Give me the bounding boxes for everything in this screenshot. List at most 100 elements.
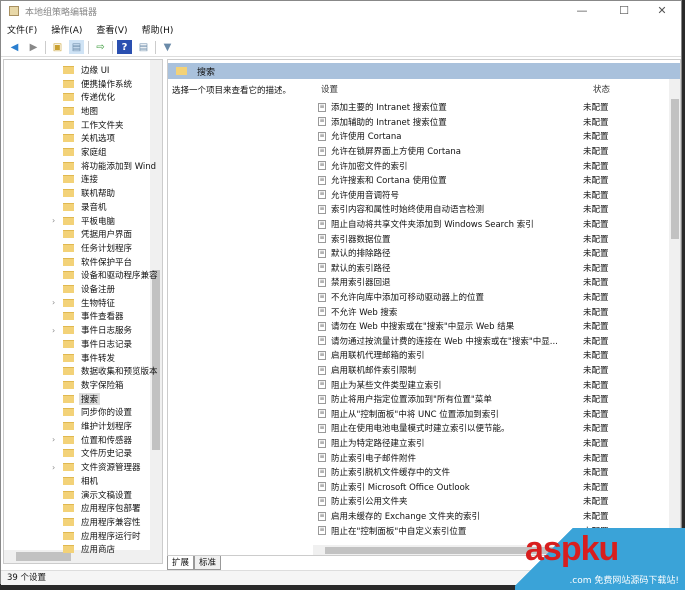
setting-row[interactable]: ≡ 索引器数据位置 未配置	[313, 231, 663, 246]
tree-item[interactable]: 凭据用户界面	[4, 227, 154, 241]
tree-item[interactable]: 任务计划程序	[4, 241, 154, 255]
forward-icon[interactable]: ▶	[26, 40, 41, 54]
tree-item[interactable]: 事件日志记录	[4, 337, 154, 351]
setting-row[interactable]: ≡ 允许使用 Cortana 未配置	[313, 129, 663, 144]
tree-item[interactable]: 搜索	[4, 392, 154, 406]
folder-icon	[63, 490, 74, 499]
folder-icon	[63, 79, 74, 88]
tree-item[interactable]: 数字保险箱	[4, 378, 154, 392]
setting-row[interactable]: ≡ 索引内容和属性时始终使用自动语言检测 未配置	[313, 202, 663, 217]
expand-arrow-icon[interactable]: ›	[52, 435, 55, 444]
expand-arrow-icon[interactable]: ›	[52, 326, 55, 335]
tree-item[interactable]: 数据收集和预览版本	[4, 364, 158, 378]
setting-row[interactable]: ≡ 防止索引电子邮件附件 未配置	[313, 450, 663, 465]
setting-name: 禁用索引器回退	[331, 278, 391, 289]
setting-row[interactable]: ≡ 禁用索引器回退 未配置	[313, 275, 663, 290]
setting-row[interactable]: ≡ 阻止在使用电池电量模式时建立索引以便节能。 未配置	[313, 421, 663, 436]
back-icon[interactable]: ◀	[7, 40, 22, 54]
tree-item[interactable]: 文件历史记录	[4, 447, 154, 461]
tree-item-label: 便携操作系统	[81, 79, 133, 90]
tree-item[interactable]: 演示文稿设置	[4, 488, 154, 502]
tab-standard[interactable]: 标准	[194, 556, 222, 570]
menu-help[interactable]: 帮助(H)	[142, 23, 174, 36]
setting-row[interactable]: ≡ 不允许 Web 搜索 未配置	[313, 304, 663, 319]
tree-item[interactable]: 事件查看器	[4, 310, 154, 324]
tree-item[interactable]: 软件保护平台	[4, 255, 154, 269]
setting-row[interactable]: ≡ 启用联机邮件索引限制 未配置	[313, 363, 663, 378]
tree-item[interactable]: 家庭组	[4, 145, 154, 159]
filter-icon[interactable]: ▼	[160, 40, 175, 54]
setting-row[interactable]: ≡ 允许在锁屏界面上方使用 Cortana 未配置	[313, 144, 663, 159]
show-hide-tree-icon[interactable]: ▤	[69, 40, 84, 54]
tree-item[interactable]: 传递优化	[4, 90, 154, 104]
tree-item[interactable]: 事件转发	[4, 351, 154, 365]
tree-item[interactable]: 连接	[4, 173, 154, 187]
folder-icon	[63, 285, 74, 294]
setting-row[interactable]: ≡ 防止索引脱机文件缓存中的文件 未配置	[313, 465, 663, 480]
tree-item[interactable]: 同步你的设置	[4, 406, 154, 420]
tree-item[interactable]: › 文件资源管理器	[4, 460, 154, 474]
expand-arrow-icon[interactable]: ›	[52, 463, 55, 472]
close-button[interactable]: ✕	[645, 1, 679, 21]
expand-arrow-icon[interactable]: ›	[52, 216, 55, 225]
setting-name: 允许使用 Cortana	[331, 132, 402, 143]
menu-file[interactable]: 文件(F)	[7, 23, 37, 36]
setting-row[interactable]: ≡ 不允许向库中添加可移动驱动器上的位置 未配置	[313, 290, 663, 305]
tree-item[interactable]: 将功能添加到 Wind	[4, 159, 156, 173]
tree-item[interactable]: 便携操作系统	[4, 77, 154, 91]
properties-icon[interactable]: ▤	[136, 40, 151, 54]
tree-item[interactable]: 联机帮助	[4, 186, 154, 200]
setting-row[interactable]: ≡ 请勿在 Web 中搜索或在"搜索"中显示 Web 结果 未配置	[313, 319, 663, 334]
tree-item[interactable]: 应用商店	[4, 543, 154, 557]
tree-item[interactable]: 应用程序兼容性	[4, 515, 154, 529]
menu-view[interactable]: 查看(V)	[96, 23, 127, 36]
policy-setting-icon: ≡	[318, 234, 326, 244]
setting-row[interactable]: ≡ 防止索引 Microsoft Office Outlook 未配置	[313, 480, 663, 495]
tree-item-label: 地图	[81, 106, 99, 117]
tree-item[interactable]: 录音机	[4, 200, 154, 214]
setting-row[interactable]: ≡ 启用未缓存的 Exchange 文件夹的索引 未配置	[313, 509, 663, 524]
tab-extended[interactable]: 扩展	[167, 556, 195, 570]
setting-row[interactable]: ≡ 阻止为特定路径建立索引 未配置	[313, 436, 663, 451]
setting-row[interactable]: ≡ 允许使用音调符号 未配置	[313, 188, 663, 203]
tree-item[interactable]: 相机	[4, 474, 154, 488]
tree-item[interactable]: 维护计划程序	[4, 419, 154, 433]
tree-item[interactable]: 设备注册	[4, 282, 154, 296]
column-header-setting[interactable]: 设置	[321, 82, 338, 98]
maximize-button[interactable]: ☐	[607, 1, 641, 21]
up-folder-icon[interactable]: ▣	[50, 40, 65, 54]
tree-item[interactable]: › 位置和传感器	[4, 433, 154, 447]
setting-row[interactable]: ≡ 默认的排除路径 未配置	[313, 246, 663, 261]
tree-item[interactable]: 工作文件夹	[4, 118, 154, 132]
expand-arrow-icon[interactable]: ›	[52, 298, 55, 307]
minimize-button[interactable]: —	[565, 1, 599, 21]
export-list-icon[interactable]: ⇨	[93, 40, 108, 54]
tree-item[interactable]: › 事件日志服务	[4, 323, 154, 337]
tree-item[interactable]: › 平板电脑	[4, 214, 154, 228]
tree-item[interactable]: 边缘 UI	[4, 63, 154, 77]
setting-row[interactable]: ≡ 防止将用户指定位置添加到"所有位置"菜单 未配置	[313, 392, 663, 407]
setting-row[interactable]: ≡ 请勿通过按流量计费的连接在 Web 中搜索或在"搜索"中显... 未配置	[313, 334, 663, 349]
menu-action[interactable]: 操作(A)	[51, 23, 82, 36]
setting-row[interactable]: ≡ 添加辅助的 Intranet 搜索位置 未配置	[313, 115, 663, 130]
tree-item[interactable]: 地图	[4, 104, 154, 118]
setting-row[interactable]: ≡ 允许加密文件的索引 未配置	[313, 158, 663, 173]
list-vertical-scrollbar[interactable]	[669, 79, 680, 545]
setting-row[interactable]: ≡ 防止索引公用文件夹 未配置	[313, 494, 663, 509]
tree-item[interactable]: 设备和驱动程序兼容	[4, 269, 158, 283]
tree-item[interactable]: 应用程序包部署	[4, 501, 154, 515]
setting-row[interactable]: ≡ 默认的索引路径 未配置	[313, 261, 663, 276]
setting-row[interactable]: ≡ 阻止为某些文件类型建立索引 未配置	[313, 377, 663, 392]
setting-row[interactable]: ≡ 启用联机代理邮箱的索引 未配置	[313, 348, 663, 363]
tree-item[interactable]: › 生物特征	[4, 296, 154, 310]
setting-row[interactable]: ≡ 阻止自动将共享文件夹添加到 Windows Search 索引 未配置	[313, 217, 663, 232]
setting-row[interactable]: ≡ 阻止从"控制面板"中将 UNC 位置添加到索引 未配置	[313, 407, 663, 422]
setting-row[interactable]: ≡ 允许搜索和 Cortana 使用位置 未配置	[313, 173, 663, 188]
column-header-state[interactable]: 状态	[593, 82, 610, 98]
setting-row[interactable]: ≡ 添加主要的 Intranet 搜索位置 未配置	[313, 100, 663, 115]
help-icon[interactable]: ?	[117, 40, 132, 54]
tree-pane: 边缘 UI 便携操作系统 传递优化地图 工作文件夹 关机选项 家庭组 将功能添加到 Wind…	[3, 59, 163, 564]
tree-item[interactable]: 应用程序运行时	[4, 529, 154, 543]
scroll-thumb[interactable]	[671, 99, 679, 239]
tree-item[interactable]: 关机选项	[4, 132, 154, 146]
